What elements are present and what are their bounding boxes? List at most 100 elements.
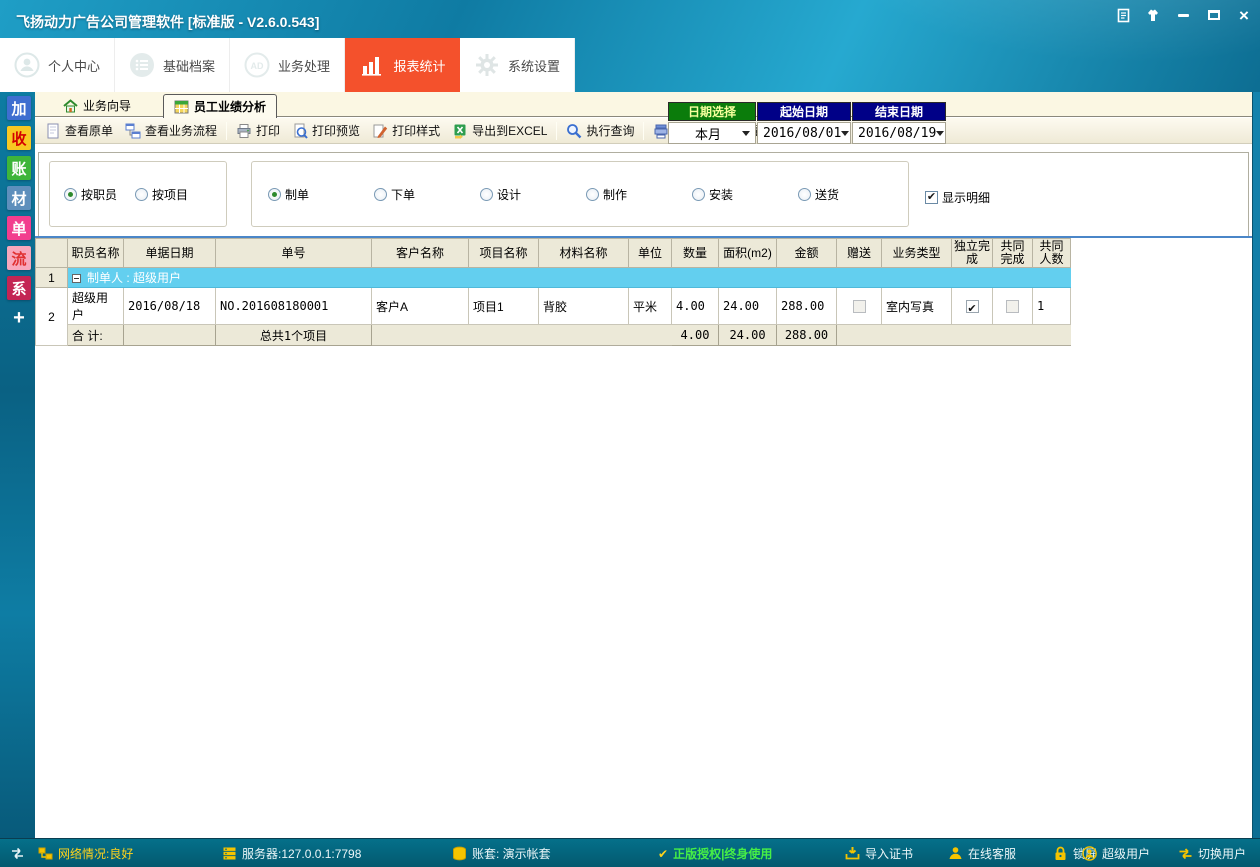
cell-joint-count: 1 bbox=[1033, 288, 1071, 325]
radio-by-project[interactable]: 按项目 bbox=[135, 186, 188, 203]
license-status[interactable]: ✔ 正版授权|终身使用 bbox=[658, 839, 772, 867]
sidebar-item-system[interactable]: 系 bbox=[7, 276, 31, 300]
minimize-button[interactable] bbox=[1172, 5, 1194, 25]
radio-label: 按项目 bbox=[152, 186, 188, 203]
maximize-button[interactable] bbox=[1203, 5, 1225, 25]
sidebar-item-order[interactable]: 单 bbox=[7, 216, 31, 240]
account-set[interactable]: 账套: 演示帐套 bbox=[452, 839, 551, 867]
radio-icon bbox=[268, 188, 281, 201]
chevron-down-icon bbox=[742, 131, 750, 136]
execute-query-button[interactable]: 执行查询 bbox=[560, 120, 640, 141]
nav-business-process[interactable]: AD 业务处理 bbox=[230, 38, 345, 92]
col-header-area[interactable]: 面积(m2) bbox=[719, 239, 777, 268]
col-header-biz-type[interactable]: 业务类型 bbox=[882, 239, 952, 268]
view-original-order-button[interactable]: 查看原单 bbox=[39, 120, 119, 141]
search-icon bbox=[566, 123, 582, 139]
start-date-value: 2016/08/01 bbox=[763, 126, 841, 141]
sidebar-item-account[interactable]: 账 bbox=[7, 156, 31, 180]
radio-design[interactable]: 设计 bbox=[480, 186, 586, 203]
radio-label: 设计 bbox=[497, 186, 521, 203]
print-preview-button[interactable]: 打印预览 bbox=[286, 120, 366, 141]
col-header-material[interactable]: 材料名称 bbox=[539, 239, 629, 268]
sidebar-item-add[interactable]: 加 bbox=[7, 96, 31, 120]
view-business-flow-button[interactable]: 查看业务流程 bbox=[119, 120, 223, 141]
current-user-text: 超级用户 bbox=[1102, 845, 1150, 862]
col-header-employee[interactable]: 职员名称 bbox=[68, 239, 124, 268]
col-header-unit[interactable]: 单位 bbox=[629, 239, 672, 268]
total-qty: 4.00 bbox=[672, 325, 719, 346]
col-header-joint-count[interactable]: 共同人数 bbox=[1033, 239, 1071, 268]
tab-employee-performance[interactable]: 员工业绩分析 bbox=[163, 94, 277, 118]
results-grid: 职员名称 单据日期 单号 客户名称 项目名称 材料名称 单位 数量 面积(m2)… bbox=[35, 238, 1071, 346]
col-header-order-no[interactable]: 单号 bbox=[216, 239, 372, 268]
total-amount: 288.00 bbox=[777, 325, 837, 346]
sync-indicator[interactable] bbox=[10, 839, 25, 867]
sidebar-item-receive[interactable]: 收 bbox=[7, 126, 31, 150]
total-area: 24.00 bbox=[719, 325, 777, 346]
nav-personal-center[interactable]: 个人中心 bbox=[0, 38, 115, 92]
nav-report-statistics[interactable]: 报表统计 bbox=[345, 38, 460, 92]
data-row[interactable]: 2 超级用户 2016/08/18 NO.201608180001 客户A 项目… bbox=[36, 288, 1071, 325]
col-header-date[interactable]: 单据日期 bbox=[124, 239, 216, 268]
date-preset-select[interactable]: 本月 bbox=[668, 122, 756, 144]
sidebar-item-material[interactable]: 材 bbox=[7, 186, 31, 210]
group-header-row[interactable]: 1 制单人 : 超级用户 bbox=[36, 268, 1071, 288]
print-button[interactable]: 打印 bbox=[230, 120, 286, 141]
radio-order-placer[interactable]: 下单 bbox=[374, 186, 480, 203]
radio-delivery[interactable]: 送货 bbox=[798, 186, 904, 203]
toolbar-label: 查看业务流程 bbox=[145, 122, 217, 139]
nav-system-settings[interactable]: 系统设置 bbox=[460, 38, 575, 92]
online-service-text: 在线客服 bbox=[968, 845, 1016, 862]
export-excel-button[interactable]: 导出到EXCEL bbox=[446, 120, 553, 141]
col-header-project[interactable]: 项目名称 bbox=[469, 239, 539, 268]
col-header-solo-done[interactable]: 独立完成 bbox=[952, 239, 993, 268]
cell-order-no: NO.201608180001 bbox=[216, 288, 372, 325]
end-date-select[interactable]: 2016/08/19 bbox=[852, 122, 946, 144]
online-service[interactable]: 在线客服 bbox=[948, 839, 1016, 867]
toolbar-label: 打印预览 bbox=[312, 122, 360, 139]
start-date-header: 起始日期 bbox=[757, 102, 851, 121]
radio-installation[interactable]: 安装 bbox=[692, 186, 798, 203]
solo-done-checkbox[interactable]: ✔ bbox=[966, 300, 979, 313]
col-header-customer[interactable]: 客户名称 bbox=[372, 239, 469, 268]
skin-icon[interactable] bbox=[1142, 5, 1164, 25]
close-button[interactable]: × bbox=[1233, 5, 1255, 25]
joint-done-checkbox[interactable] bbox=[1006, 300, 1019, 313]
chevron-down-icon bbox=[841, 131, 849, 136]
document-icon bbox=[45, 123, 61, 139]
gift-checkbox[interactable] bbox=[853, 300, 866, 313]
checkbox-label: 显示明细 bbox=[942, 189, 990, 206]
switch-user[interactable]: 切换用户 bbox=[1178, 839, 1246, 867]
nav-base-archives[interactable]: 基础档案 bbox=[115, 38, 230, 92]
tab-business-wizard[interactable]: 业务向导 bbox=[53, 94, 141, 117]
notes-icon[interactable] bbox=[1112, 5, 1134, 25]
cell-date: 2016/08/18 bbox=[124, 288, 216, 325]
network-status[interactable]: 网络情况:良好 bbox=[38, 839, 133, 867]
col-header-rownum bbox=[36, 239, 68, 268]
sidebar-item-plus[interactable]: + bbox=[7, 306, 31, 330]
sidebar-item-flow[interactable]: 流 bbox=[7, 246, 31, 270]
list-circle-icon bbox=[129, 52, 155, 78]
col-header-joint-done[interactable]: 共同完成 bbox=[993, 239, 1033, 268]
import-certificate[interactable]: 导入证书 bbox=[845, 839, 913, 867]
col-header-amount[interactable]: 金额 bbox=[777, 239, 837, 268]
group-header-label: 制单人 : 超级用户 bbox=[87, 271, 181, 285]
quick-sidebar: 加 收 账 材 单 流 系 + bbox=[0, 92, 35, 838]
chevron-down-icon bbox=[936, 131, 944, 136]
radio-production[interactable]: 制作 bbox=[586, 186, 692, 203]
radio-label: 安装 bbox=[709, 186, 733, 203]
current-user[interactable]: 超级用户 bbox=[1082, 839, 1150, 867]
radio-by-employee[interactable]: 按职员 bbox=[64, 186, 117, 203]
server-status[interactable]: 服务器:127.0.0.1:7798 bbox=[222, 839, 361, 867]
col-header-gift[interactable]: 赠送 bbox=[837, 239, 882, 268]
cell-employee: 超级用户 bbox=[68, 288, 124, 325]
col-header-qty[interactable]: 数量 bbox=[672, 239, 719, 268]
start-date-select[interactable]: 2016/08/01 bbox=[757, 122, 851, 144]
cell-amount: 288.00 bbox=[777, 288, 837, 325]
gear-icon bbox=[474, 52, 500, 78]
show-detail-checkbox[interactable]: ✔ 显示明细 bbox=[925, 189, 990, 206]
radio-order-maker[interactable]: 制单 bbox=[268, 186, 374, 203]
collapse-icon[interactable] bbox=[72, 274, 81, 283]
workflow-icon bbox=[125, 123, 141, 139]
print-style-button[interactable]: 打印样式 bbox=[366, 120, 446, 141]
